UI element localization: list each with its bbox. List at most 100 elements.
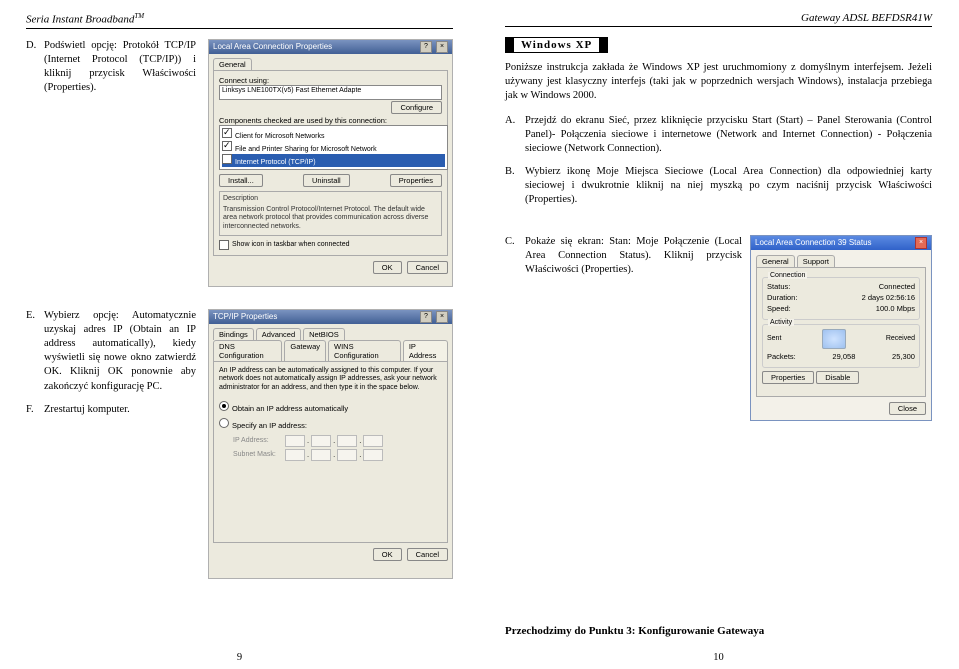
duration-label: Duration: <box>767 293 797 302</box>
tab-gateway[interactable]: Gateway <box>284 340 326 361</box>
desc-label: Description <box>223 195 438 204</box>
lacp-body: General Connect using: Linksys LNE100TX(… <box>209 54 452 286</box>
content-f: Zrestartuj komputer. <box>44 403 196 417</box>
marker-a: A. <box>505 114 525 157</box>
connect-using-label: Connect using: <box>219 76 442 85</box>
opt-auto-label: Obtain an IP address automatically <box>232 404 348 413</box>
next-step-note: Przechodzimy do Punktu 3: Konfigurowanie… <box>505 625 932 637</box>
tab-netbios[interactable]: NetBIOS <box>303 328 345 340</box>
configure-button[interactable]: Configure <box>391 101 442 114</box>
tab-advanced[interactable]: Advanced <box>256 328 301 340</box>
tab-wins[interactable]: WINS Configuration <box>328 340 401 361</box>
ip-seg <box>363 449 383 461</box>
adapter-field[interactable]: Linksys LNE100TX(v5) Fast Ethernet Adapt… <box>219 85 442 100</box>
components-list[interactable]: Client for Microsoft Networks File and P… <box>219 125 448 170</box>
status-label: Status: <box>767 282 790 291</box>
question-icon[interactable]: ? <box>420 311 432 323</box>
text-col-d: D. Podświetl opcję: Protokół TCP/IP (Int… <box>26 39 208 287</box>
close-icon[interactable]: × <box>436 41 448 53</box>
ok-button[interactable]: OK <box>373 261 402 274</box>
radio-specify-ip[interactable] <box>219 418 229 428</box>
marker-f: F. <box>26 403 44 417</box>
cancel-button[interactable]: Cancel <box>407 261 448 274</box>
status-titlebar: Local Area Connection 39 Status × <box>751 236 931 250</box>
tab-general[interactable]: General <box>756 255 795 267</box>
desc-text: Transmission Control Protocol/Internet P… <box>223 206 438 232</box>
received-label: Received <box>886 335 915 342</box>
comp-client: Client for Microsoft Networks <box>235 133 324 140</box>
opt-specify-label: Specify an IP address: <box>232 421 307 430</box>
connection-group-label: Connection <box>768 272 807 279</box>
activity-icon <box>822 329 846 349</box>
ok-button[interactable]: OK <box>373 548 402 561</box>
description-box: Description Transmission Control Protoco… <box>219 191 442 236</box>
tab-bindings[interactable]: Bindings <box>213 328 254 340</box>
windows-xp-heading: Windows XP <box>505 37 932 53</box>
list-item-e: E. Wybierz opcję: Automatycznie uzyskaj … <box>26 309 196 394</box>
screenshot-status: Local Area Connection 39 Status × Genera… <box>750 235 932 421</box>
subnet-mask-label: Subnet Mask: <box>233 451 283 458</box>
speed-value: 100.0 Mbps <box>876 304 915 313</box>
comp-fileshare: File and Printer Sharing for Microsoft N… <box>235 146 377 153</box>
marker-c: C. <box>505 235 525 278</box>
lacp-title: Local Area Connection Properties <box>213 42 416 51</box>
tab-general[interactable]: General <box>213 58 252 70</box>
packets-label: Packets: <box>767 352 796 361</box>
ipprops-title: TCP/IP Properties <box>213 312 416 321</box>
ip-seg <box>285 435 305 447</box>
page-right: Gateway ADSL BEFDSR41W Windows XP Poniżs… <box>479 0 958 669</box>
content-e: Wybierz opcję: Automatycznie uzyskaj adr… <box>44 309 196 394</box>
tab-dns[interactable]: DNS Configuration <box>213 340 282 361</box>
properties-button[interactable]: Properties <box>390 174 442 187</box>
page-number-right: 10 <box>479 652 958 663</box>
ip-seg <box>285 449 305 461</box>
lacp-titlebar: Local Area Connection Properties ? × <box>209 40 452 54</box>
activity-group-label: Activity <box>768 319 794 326</box>
ip-seg <box>337 435 357 447</box>
components-label: Components checked are used by this conn… <box>219 116 442 125</box>
radio-auto-ip[interactable] <box>219 401 229 411</box>
ip-seg <box>311 449 331 461</box>
screenshot-ipprops: TCP/IP Properties ? × Bindings Advanced … <box>208 309 453 579</box>
screenshot-lacp: Local Area Connection Properties ? × Gen… <box>208 39 453 287</box>
header-right: Gateway ADSL BEFDSR41W <box>505 12 932 27</box>
page-number-left: 9 <box>0 652 479 663</box>
ip-address-label: IP Address: <box>233 437 283 444</box>
ip-seg <box>311 435 331 447</box>
status-value: Connected <box>879 282 915 291</box>
xp-heading-text: Windows XP <box>514 37 599 53</box>
content-a: Przejdź do ekranu Sieć, przez kliknięcie… <box>525 114 932 157</box>
tab-support[interactable]: Support <box>797 255 835 267</box>
list-item-a: A. Przejdź do ekranu Sieć, przez kliknię… <box>505 114 932 157</box>
close-button[interactable]: Close <box>889 402 926 415</box>
marker-e: E. <box>26 309 44 394</box>
uninstall-button[interactable]: Uninstall <box>303 174 350 187</box>
marker-d: D. <box>26 39 44 96</box>
install-button[interactable]: Install... <box>219 174 263 187</box>
close-icon[interactable]: × <box>915 237 927 249</box>
ip-seg <box>363 435 383 447</box>
close-icon[interactable]: × <box>436 311 448 323</box>
cancel-button[interactable]: Cancel <box>407 548 448 561</box>
page-left: Seria Instant BroadbandTM D. Podświetl o… <box>0 0 479 669</box>
comp-tcpip: Internet Protocol (TCP/IP) <box>235 159 316 166</box>
question-icon[interactable]: ? <box>420 41 432 53</box>
list-item-d: D. Podświetl opcję: Protokół TCP/IP (Int… <box>26 39 196 96</box>
disable-button[interactable]: Disable <box>816 371 859 384</box>
row-d: D. Podświetl opcję: Protokół TCP/IP (Int… <box>26 39 453 287</box>
ip-seg <box>337 449 357 461</box>
content-c: Pokaże się ekran: Stan: Moje Połączenie … <box>525 235 742 278</box>
show-icon-checkbox[interactable] <box>219 240 229 250</box>
properties-button[interactable]: Properties <box>762 371 814 384</box>
xp-intro: Poniższe instrukcja zakłada że Windows X… <box>505 61 932 104</box>
row-ef: E. Wybierz opcję: Automatycznie uzyskaj … <box>26 309 453 579</box>
duration-value: 2 days 02:56:16 <box>862 293 915 302</box>
list-item-f: F. Zrestartuj komputer. <box>26 403 196 417</box>
content-d: Podświetl opcję: Protokół TCP/IP (Intern… <box>44 39 196 96</box>
document-spread: Seria Instant BroadbandTM D. Podświetl o… <box>0 0 959 669</box>
marker-b: B. <box>505 165 525 208</box>
sent-label: Sent <box>767 335 781 342</box>
tab-ipaddress[interactable]: IP Address <box>403 340 448 361</box>
ipprops-titlebar: TCP/IP Properties ? × <box>209 310 452 324</box>
list-item-c: C. Pokaże się ekran: Stan: Moje Połączen… <box>505 235 742 278</box>
